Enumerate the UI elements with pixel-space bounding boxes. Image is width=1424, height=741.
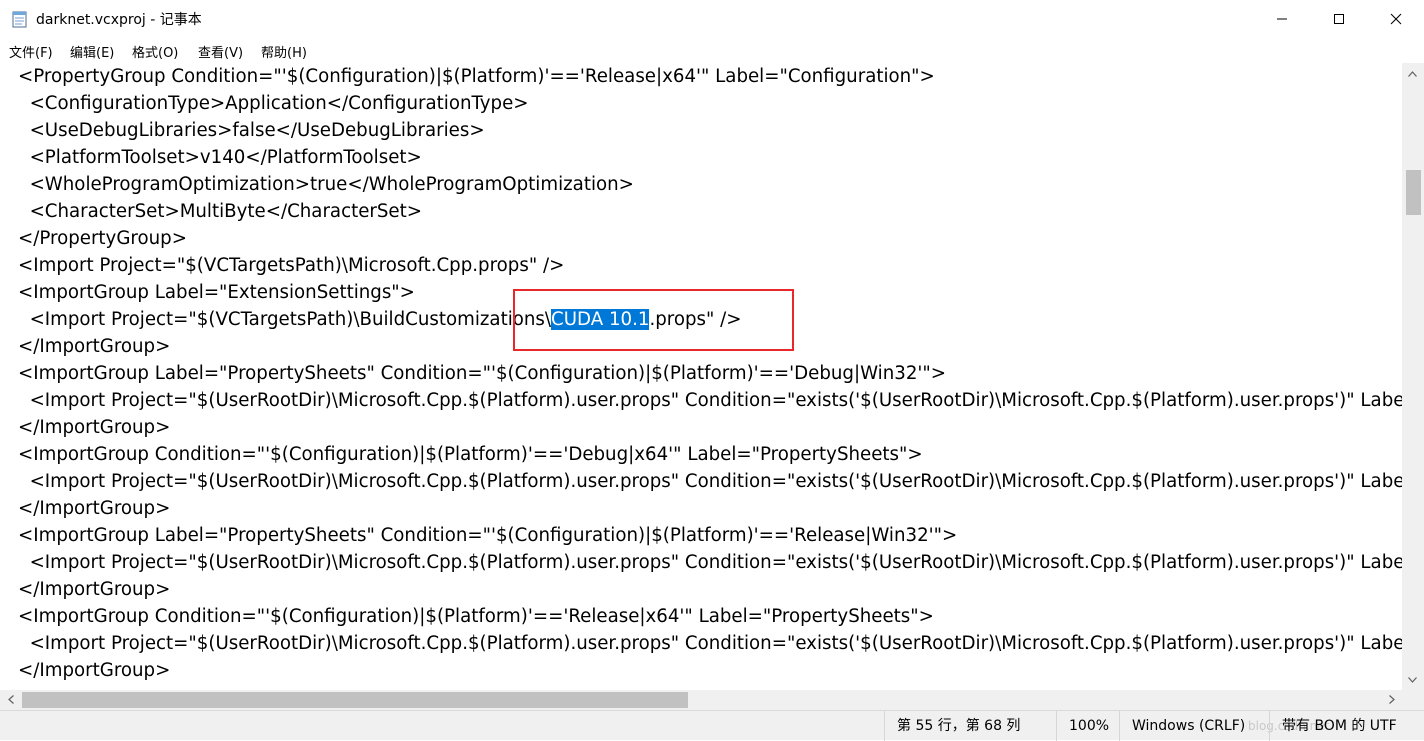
code-line: <WholeProgramOptimization>true</WholePro… [18,174,634,195]
line-ending: Windows (CRLF) [1119,711,1269,741]
horizontal-scrollbar[interactable] [0,690,1402,710]
scroll-down-icon[interactable] [1404,671,1421,688]
scroll-right-icon[interactable] [1383,691,1400,708]
notepad-icon [12,10,28,28]
menu-edit[interactable]: 编辑(E) [70,42,114,61]
code-line: <ImportGroup Condition="'$(Configuration… [18,606,934,627]
window-title: darknet.vcxproj - 记事本 [36,12,202,28]
zoom-level: 100% [1056,711,1119,741]
scrollbar-corner [1402,690,1424,710]
code-line: <ImportGroup Label="ExtensionSettings"> [18,282,415,303]
title-bar: darknet.vcxproj - 记事本 [0,0,1424,38]
maximize-button[interactable] [1310,0,1367,38]
menu-bar: 文件(F) 编辑(E) 格式(O) 查看(V) 帮助(H) [0,38,1424,63]
scroll-left-icon[interactable] [2,691,19,708]
code-line: <ImportGroup Label="PropertySheets" Cond… [18,363,947,384]
menu-file[interactable]: 文件(F) [9,42,53,61]
code-line: <Import Project="$(UserRootDir)\Microsof… [29,390,1402,411]
minimize-icon [1276,10,1288,29]
code-line: <Import Project="$(VCTargetsPath)\Micros… [18,255,565,276]
code-line: </ImportGroup> [18,417,171,438]
menu-help[interactable]: 帮助(H) [261,42,307,61]
menu-view[interactable]: 查看(V) [198,42,243,61]
code-line: </PropertyGroup> [18,228,187,249]
text-editor[interactable]: <PropertyGroup Condition="'$(Configurati… [0,63,1402,690]
code-line: <ConfigurationType>Application</Configur… [18,93,529,114]
horizontal-scroll-thumb[interactable] [22,692,688,708]
text-before-selection: <Import Project="$(VCTargetsPath)\BuildC… [18,309,552,330]
maximize-icon [1333,10,1345,29]
code-line: <Import Project="$(UserRootDir)\Microsof… [29,633,1402,654]
minimize-button[interactable] [1253,0,1310,38]
code-line: <ImportGroup Condition="'$(Configuration… [18,444,923,465]
close-icon [1390,10,1402,29]
file-encoding: 带有 BOM 的 UTF [1269,711,1424,741]
status-bar: 第 55 行，第 68 列 100% Windows (CRLF) blog.c… [0,710,1424,741]
text-after-selection: .props" /> [649,309,742,330]
code-line-selected: <Import Project="$(VCTargetsPath)\BuildC… [18,306,742,333]
code-line: <CharacterSet>MultiByte</CharacterSet> [18,201,422,222]
code-line: <PlatformToolset>v140</PlatformToolset> [18,147,422,168]
code-line: <Import Project="$(UserRootDir)\Microsof… [29,471,1402,492]
cursor-position: 第 55 行，第 68 列 [884,711,1054,741]
close-button[interactable] [1367,0,1424,38]
code-line: <UseDebugLibraries>false</UseDebugLibrar… [18,120,485,141]
scroll-up-icon[interactable] [1404,65,1421,82]
vertical-scroll-thumb[interactable] [1406,170,1421,215]
code-line: <Import Project="$(UserRootDir)\Microsof… [29,552,1402,573]
code-line: </ImportGroup> [18,336,171,357]
menu-format[interactable]: 格式(O) [132,42,178,61]
vertical-scrollbar[interactable] [1402,63,1424,690]
code-line: </ImportGroup> [18,579,171,600]
code-line: </ImportGroup> [18,660,171,681]
code-line: <ImportGroup Label="PropertySheets" Cond… [18,525,958,546]
code-line: <PropertyGroup Condition="'$(Configurati… [18,66,935,87]
selected-text: CUDA 10.1 [551,309,650,330]
code-line: </ImportGroup> [18,498,171,519]
